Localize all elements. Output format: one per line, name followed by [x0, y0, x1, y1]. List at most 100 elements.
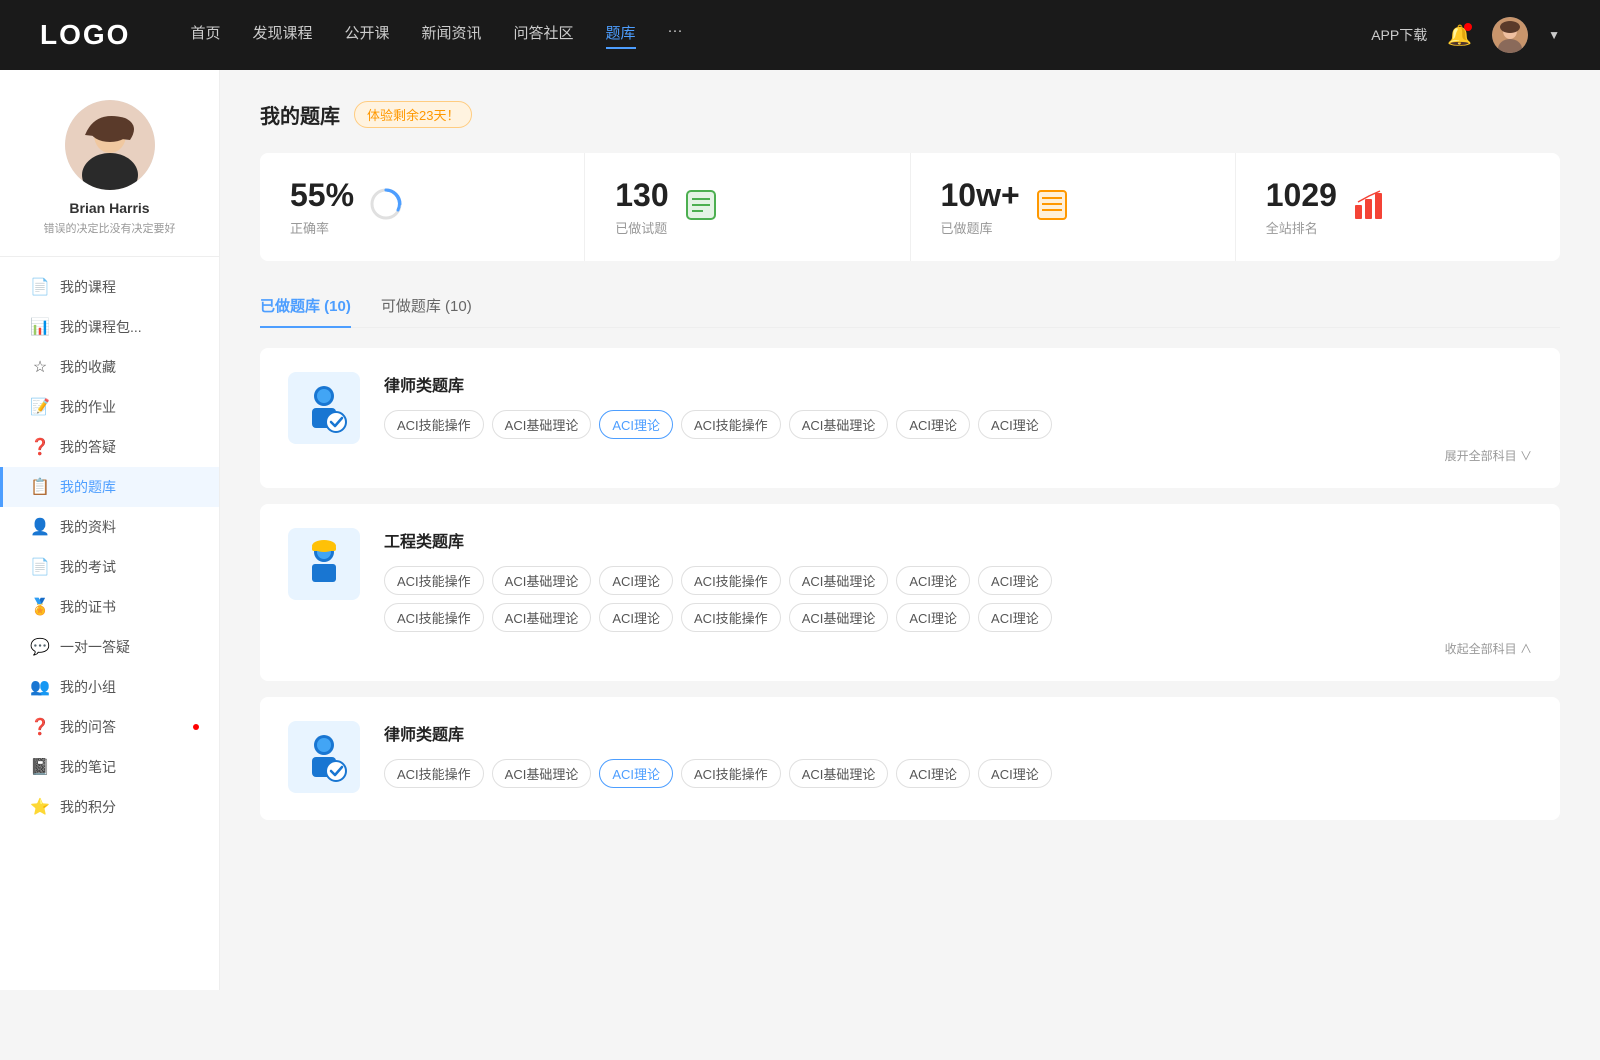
- tag-4[interactable]: ACI基础理论: [789, 410, 889, 439]
- qa-notification-dot: [193, 724, 199, 730]
- tag-5[interactable]: ACI理论: [896, 410, 970, 439]
- qbank-icon-lawyer-2: [288, 721, 360, 793]
- stat-site-rank-value: 1029: [1266, 177, 1337, 214]
- sidebar-item-exam[interactable]: 📄 我的考试: [0, 547, 219, 587]
- sidebar-item-my-qa[interactable]: ❓ 我的问答: [0, 707, 219, 747]
- user-menu-chevron[interactable]: ▼: [1548, 28, 1560, 42]
- trial-badge: 体验剩余23天！: [354, 101, 472, 128]
- nav-right: APP下载 🔔 ▼: [1371, 17, 1560, 53]
- stat-accuracy: 55% 正确率: [260, 153, 585, 261]
- nav-qa[interactable]: 问答社区: [514, 22, 574, 49]
- tag-3[interactable]: ACI技能操作: [681, 410, 781, 439]
- stat-done-banks: 10w+ 已做题库: [911, 153, 1236, 261]
- sidebar-item-my-courses[interactable]: 📄 我的课程: [0, 267, 219, 307]
- nav-links: 首页 发现课程 公开课 新闻资讯 问答社区 题库 ···: [190, 22, 1331, 49]
- qbank-item-engineer: 工程类题库 ACI技能操作 ACI基础理论 ACI理论 ACI技能操作 ACI基…: [260, 504, 1560, 681]
- tag-1[interactable]: ACI基础理论: [492, 410, 592, 439]
- qbank-3-name: 律师类题库: [384, 721, 1532, 745]
- user-avatar[interactable]: [1492, 17, 1528, 53]
- sidebar-label-one-on-one: 一对一答疑: [60, 637, 130, 657]
- sidebar-item-notes[interactable]: 📓 我的笔记: [0, 747, 219, 787]
- tag-0[interactable]: ACI技能操作: [384, 410, 484, 439]
- sidebar-item-course-packages[interactable]: 📊 我的课程包...: [0, 307, 219, 347]
- qbank-2-expand[interactable]: 收起全部科目 ∧: [384, 640, 1532, 657]
- sidebar-item-points[interactable]: ⭐ 我的积分: [0, 787, 219, 827]
- sidebar-item-certificate[interactable]: 🏅 我的证书: [0, 587, 219, 627]
- app-download-button[interactable]: APP下载: [1371, 25, 1427, 45]
- eng-tag-1[interactable]: ACI基础理论: [492, 566, 592, 595]
- law2-tag-6[interactable]: ACI理论: [978, 759, 1052, 788]
- nav-home[interactable]: 首页: [190, 22, 220, 49]
- sidebar-label-homework: 我的作业: [60, 397, 116, 417]
- qbank-icon-lawyer-1: [288, 372, 360, 444]
- eng-tag-5[interactable]: ACI理论: [896, 566, 970, 595]
- sidebar-item-qa[interactable]: ❓ 我的答疑: [0, 427, 219, 467]
- qbank-1-content: 律师类题库 ACI技能操作 ACI基础理论 ACI理论 ACI技能操作 ACI基…: [384, 372, 1532, 464]
- eng-tag-4[interactable]: ACI基础理论: [789, 566, 889, 595]
- eng-tag-r2-0[interactable]: ACI技能操作: [384, 603, 484, 632]
- law2-tag-3[interactable]: ACI技能操作: [681, 759, 781, 788]
- sidebar-label-my-courses: 我的课程: [60, 277, 116, 297]
- notification-bell[interactable]: 🔔: [1447, 23, 1472, 48]
- courses-icon: 📄: [30, 277, 50, 297]
- qbank-2-content: 工程类题库 ACI技能操作 ACI基础理论 ACI理论 ACI技能操作 ACI基…: [384, 528, 1532, 657]
- tabs-row: 已做题库 (10) 可做题库 (10): [260, 285, 1560, 328]
- qbank-1-expand[interactable]: 展开全部科目 ∨: [384, 447, 1532, 464]
- stat-done-banks-label: 已做题库: [941, 218, 1020, 237]
- stat-accuracy-label: 正确率: [290, 218, 354, 237]
- exam-icon: 📄: [30, 557, 50, 577]
- notification-dot: [1464, 23, 1472, 31]
- eng-tag-r2-4[interactable]: ACI基础理论: [789, 603, 889, 632]
- sidebar-label-qa: 我的答疑: [60, 437, 116, 457]
- nav-courses[interactable]: 发现课程: [252, 22, 312, 49]
- law2-tag-2[interactable]: ACI理论: [599, 759, 673, 788]
- tab-done-banks[interactable]: 已做题库 (10): [260, 285, 351, 328]
- nav-news[interactable]: 新闻资讯: [422, 22, 482, 49]
- main-content: 我的题库 体验剩余23天！ 55% 正确率: [220, 70, 1600, 990]
- law2-tag-5[interactable]: ACI理论: [896, 759, 970, 788]
- sidebar-label-points: 我的积分: [60, 797, 116, 817]
- stat-site-rank-label: 全站排名: [1266, 218, 1337, 237]
- sidebar-item-favorites[interactable]: ☆ 我的收藏: [0, 347, 219, 387]
- stat-done-questions-value: 130: [615, 177, 668, 214]
- notes-icon: 📓: [30, 757, 50, 777]
- sidebar-label-profile: 我的资料: [60, 517, 116, 537]
- sidebar-item-groups[interactable]: 👥 我的小组: [0, 667, 219, 707]
- qa-icon: ❓: [30, 437, 50, 457]
- eng-tag-r2-6[interactable]: ACI理论: [978, 603, 1052, 632]
- page-title: 我的题库: [260, 100, 340, 129]
- eng-tag-r2-3[interactable]: ACI技能操作: [681, 603, 781, 632]
- law2-tag-0[interactable]: ACI技能操作: [384, 759, 484, 788]
- eng-tag-0[interactable]: ACI技能操作: [384, 566, 484, 595]
- favorites-icon: ☆: [30, 357, 50, 377]
- stats-row: 55% 正确率 130 已做试题: [260, 153, 1560, 261]
- tag-6[interactable]: ACI理论: [978, 410, 1052, 439]
- sidebar-item-homework[interactable]: 📝 我的作业: [0, 387, 219, 427]
- eng-tag-2[interactable]: ACI理论: [599, 566, 673, 595]
- sidebar-label-exam: 我的考试: [60, 557, 116, 577]
- tag-2[interactable]: ACI理论: [599, 410, 673, 439]
- nav-questionbank[interactable]: 题库: [606, 22, 636, 49]
- navbar: LOGO 首页 发现课程 公开课 新闻资讯 问答社区 题库 ··· APP下载 …: [0, 0, 1600, 70]
- tab-available-banks[interactable]: 可做题库 (10): [381, 285, 472, 328]
- eng-tag-6[interactable]: ACI理论: [978, 566, 1052, 595]
- nav-more[interactable]: ···: [668, 22, 683, 49]
- sidebar-username: Brian Harris: [20, 200, 199, 216]
- eng-tag-3[interactable]: ACI技能操作: [681, 566, 781, 595]
- eng-tag-r2-5[interactable]: ACI理论: [896, 603, 970, 632]
- law2-tag-4[interactable]: ACI基础理论: [789, 759, 889, 788]
- nav-open-course[interactable]: 公开课: [344, 22, 389, 49]
- qbank-list: 律师类题库 ACI技能操作 ACI基础理论 ACI理论 ACI技能操作 ACI基…: [260, 348, 1560, 820]
- homework-icon: 📝: [30, 397, 50, 417]
- sidebar-item-one-on-one[interactable]: 💬 一对一答疑: [0, 627, 219, 667]
- eng-tag-r2-1[interactable]: ACI基础理论: [492, 603, 592, 632]
- law2-tag-1[interactable]: ACI基础理论: [492, 759, 592, 788]
- sidebar-label-my-qa: 我的问答: [60, 717, 116, 737]
- sidebar-item-profile[interactable]: 👤 我的资料: [0, 507, 219, 547]
- accuracy-icon: [370, 188, 402, 227]
- sidebar: Brian Harris 错误的决定比没有决定要好 📄 我的课程 📊 我的课程包…: [0, 70, 220, 990]
- logo[interactable]: LOGO: [40, 19, 130, 51]
- stat-done-questions-label: 已做试题: [615, 218, 668, 237]
- sidebar-item-question-bank[interactable]: 📋 我的题库: [0, 467, 219, 507]
- eng-tag-r2-2[interactable]: ACI理论: [599, 603, 673, 632]
